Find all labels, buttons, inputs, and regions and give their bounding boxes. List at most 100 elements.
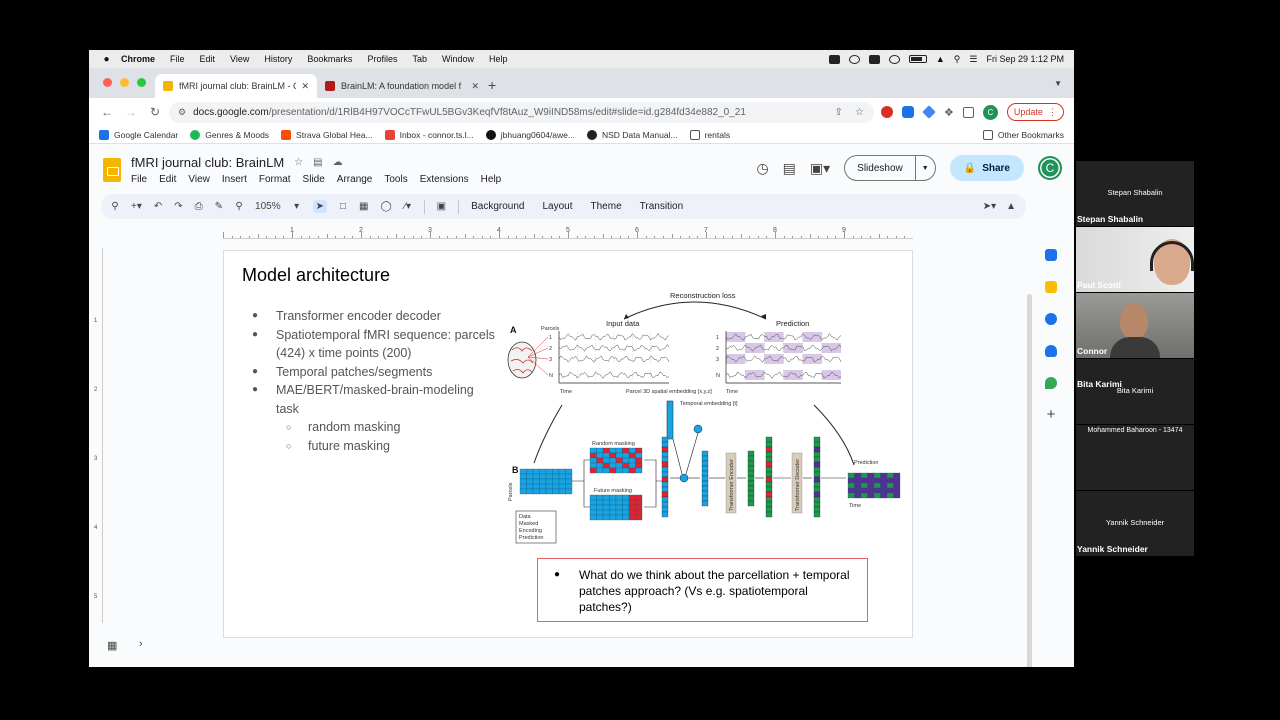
zoom-chevron-icon[interactable]: ▾ <box>293 201 301 212</box>
menu-file[interactable]: File <box>170 54 185 64</box>
other-bookmarks[interactable]: Other Bookmarks <box>982 129 1064 140</box>
bookmark-nsd[interactable]: NSD Data Manual... <box>586 129 678 140</box>
control-center-icon[interactable]: ☰ <box>969 54 977 65</box>
menu-slide[interactable]: Slide <box>303 174 325 185</box>
wifi-icon[interactable]: ▲ <box>936 54 945 64</box>
profile-avatar[interactable]: C <box>982 104 998 120</box>
account-avatar[interactable]: C <box>1038 156 1062 180</box>
extension-icon[interactable] <box>902 106 914 118</box>
status-icon[interactable] <box>848 54 860 64</box>
extension-icon[interactable] <box>881 106 893 118</box>
select-cursor-icon[interactable]: ➤ <box>312 200 327 213</box>
status-icon[interactable] <box>868 54 880 64</box>
search-menus-icon[interactable]: ⚲ <box>111 201 119 212</box>
menu-file[interactable]: File <box>131 174 147 185</box>
text-box-icon[interactable]: □ <box>339 201 347 212</box>
meet-icon[interactable]: ▣▾ <box>810 160 830 177</box>
bookmark-genres[interactable]: Genres & Moods <box>190 129 269 140</box>
keep-icon[interactable] <box>1045 281 1057 293</box>
bookmark-inbox[interactable]: Inbox - connor.ts.l... <box>384 129 474 140</box>
extensions-puzzle-icon[interactable]: ❖ <box>944 106 954 119</box>
bookmark-google-calendar[interactable]: Google Calendar <box>99 129 178 140</box>
new-slide-icon[interactable]: +▾ <box>131 201 142 212</box>
participant-tile[interactable]: Stepan Shabalin Stepan Shabalin <box>1076 161 1194 227</box>
site-info-icon[interactable]: ⚙ <box>178 107 186 118</box>
close-tab-icon[interactable]: ✕ <box>301 81 309 92</box>
transition-button[interactable]: Transition <box>640 201 684 212</box>
menu-profiles[interactable]: Profiles <box>367 54 397 64</box>
menu-view[interactable]: View <box>188 174 210 185</box>
show-filmstrip-chevron-icon[interactable]: › <box>139 638 143 650</box>
menu-insert[interactable]: Insert <box>222 174 247 185</box>
tab-search-chevron-icon[interactable]: ▼ <box>1054 79 1062 88</box>
participant-tile-video[interactable]: Paul Scotti <box>1076 227 1194 293</box>
background-button[interactable]: Background <box>471 201 524 212</box>
side-panel-icon[interactable] <box>962 106 974 118</box>
bookmark-star-icon[interactable]: ☆ <box>855 107 864 118</box>
pen-tool-icon[interactable]: ➤▾ <box>983 201 996 212</box>
back-icon[interactable]: ← <box>101 105 113 119</box>
bookmark-rentals[interactable]: rentals <box>689 129 730 140</box>
menu-help[interactable]: Help <box>489 54 508 64</box>
redo-icon[interactable]: ↷ <box>174 201 182 212</box>
comments-icon[interactable]: ▤ <box>783 160 796 177</box>
address-bar[interactable]: ⚙ docs.google.com /presentation/d/1RlB4H… <box>169 102 874 123</box>
share-page-icon[interactable]: ⇧ <box>835 107 843 118</box>
theme-button[interactable]: Theme <box>591 201 622 212</box>
menu-bookmarks[interactable]: Bookmarks <box>307 54 352 64</box>
slides-logo-icon[interactable] <box>103 158 121 182</box>
slide-canvas[interactable]: Model architecture ● Transformer encoder … <box>223 250 913 638</box>
menu-history[interactable]: History <box>264 54 292 64</box>
close-window-button[interactable] <box>103 78 112 87</box>
close-tab-icon[interactable]: ✕ <box>471 81 479 92</box>
slide-title[interactable]: Model architecture <box>242 265 390 286</box>
paint-format-icon[interactable]: ✎ <box>215 201 223 212</box>
undo-icon[interactable]: ↶ <box>154 201 162 212</box>
bullet-list[interactable]: ● Transformer encoder decoder ● Spatiotemp… <box>250 307 500 455</box>
image-icon[interactable]: ▦ <box>359 201 368 212</box>
status-icon[interactable] <box>888 54 900 64</box>
menu-tools[interactable]: Tools <box>384 174 407 185</box>
slideshow-button[interactable]: Slideshow ▼ <box>844 155 936 181</box>
battery-icon[interactable] <box>908 55 927 63</box>
participant-tile[interactable]: Mohammed Baharoon - 13474 <box>1076 425 1194 491</box>
clock[interactable]: Fri Sep 29 1:12 PM <box>986 54 1064 64</box>
new-tab-button[interactable]: + <box>488 77 496 93</box>
bookmark-github[interactable]: jbhuang0604/awe... <box>485 129 575 140</box>
line-icon[interactable]: ∕▾ <box>404 201 412 212</box>
shape-icon[interactable]: ◯ <box>380 201 391 212</box>
menu-arrange[interactable]: Arrange <box>337 174 373 185</box>
reload-icon[interactable]: ↻ <box>149 105 161 119</box>
zoom-icon[interactable]: ⚲ <box>235 201 243 212</box>
menu-edit[interactable]: Edit <box>159 174 176 185</box>
move-folder-icon[interactable]: ▤ <box>313 157 322 168</box>
participant-tile[interactable]: Bita Karimi Bita Karimi <box>1076 359 1194 425</box>
extension-icon[interactable] <box>922 105 936 119</box>
contacts-icon[interactable] <box>1045 345 1057 357</box>
tab-brainlm[interactable]: BrainLM: A foundation model f ✕ <box>317 74 487 98</box>
menu-help[interactable]: Help <box>481 174 502 185</box>
maps-icon[interactable] <box>1045 377 1057 389</box>
zoom-window-button[interactable] <box>137 78 146 87</box>
forward-icon[interactable]: → <box>125 105 137 119</box>
grid-view-icon[interactable]: ▦ <box>107 639 117 652</box>
tab-slides[interactable]: fMRI journal club: BrainLM - G ✕ <box>155 74 317 98</box>
menu-format[interactable]: Format <box>259 174 291 185</box>
menu-app[interactable]: Chrome <box>121 54 155 64</box>
star-icon[interactable]: ☆ <box>294 157 303 168</box>
status-icon[interactable] <box>828 54 840 64</box>
share-button[interactable]: 🔒 Share <box>949 155 1024 181</box>
update-button[interactable]: Update ⋮ <box>1006 103 1064 121</box>
print-icon[interactable]: ⎙ <box>195 201 203 212</box>
participant-tile-video[interactable]: Connor <box>1076 293 1194 359</box>
cloud-status-icon[interactable]: ☁ <box>333 157 343 168</box>
apple-icon[interactable]: ● <box>101 54 112 65</box>
vertical-scrollbar[interactable] <box>1027 294 1032 667</box>
menu-window[interactable]: Window <box>442 54 474 64</box>
comment-add-icon[interactable]: ▣ <box>437 201 446 212</box>
zoom-level[interactable]: 105% <box>255 201 281 212</box>
layout-button[interactable]: Layout <box>542 201 572 212</box>
collapse-toolbar-icon[interactable]: ▲ <box>1006 201 1016 212</box>
minimize-window-button[interactable] <box>120 78 129 87</box>
bookmark-strava[interactable]: Strava Global Hea... <box>281 129 373 140</box>
